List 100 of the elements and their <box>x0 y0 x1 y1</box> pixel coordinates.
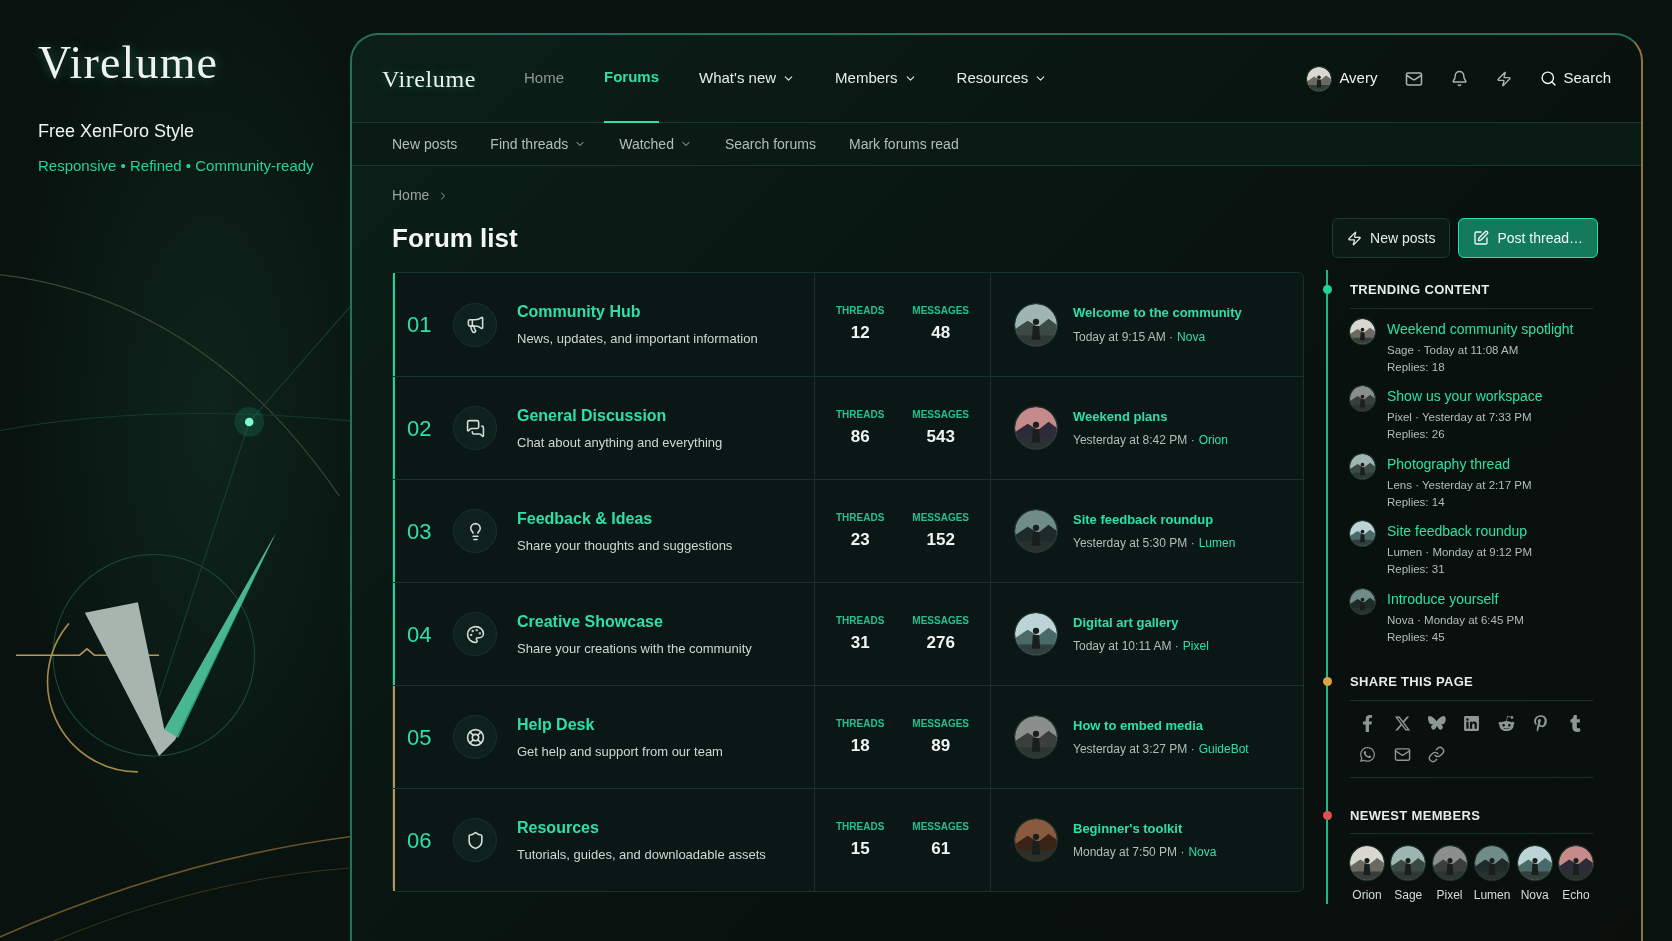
reply-count: Replies: 45 <box>1387 629 1446 645</box>
forum-number: 04 <box>407 620 433 649</box>
x-icon[interactable] <box>1393 714 1411 732</box>
mail-icon[interactable] <box>1393 745 1411 763</box>
stat-label: THREADS <box>836 819 885 834</box>
trending-meta: Lens · Yesterday at 2:17 PM <box>1387 477 1532 493</box>
lightning-icon[interactable] <box>1496 70 1513 87</box>
stat-value: 48 <box>931 322 951 345</box>
stat-value: 152 <box>926 528 955 551</box>
linkedin-icon[interactable] <box>1463 714 1480 732</box>
post-time: Yesterday at 5:30 PM · <box>1073 535 1195 553</box>
bell-icon[interactable] <box>1451 70 1469 87</box>
user-menu[interactable]: Avery <box>1307 66 1378 91</box>
subnav-link[interactable]: Watched <box>619 133 692 155</box>
user-link[interactable]: GuideBot <box>1198 740 1249 759</box>
stat-label: MESSAGES <box>912 304 969 319</box>
member-link[interactable]: Sage <box>1391 846 1426 904</box>
stat-value: 18 <box>850 734 870 757</box>
nav-tab[interactable]: Resources <box>956 35 1048 123</box>
post-time: Yesterday at 8:42 PM · <box>1073 432 1195 450</box>
pinterest-icon[interactable] <box>1532 714 1550 732</box>
logo[interactable]: Virelume <box>382 66 476 91</box>
forum-icon <box>465 418 485 438</box>
stat-label: THREADS <box>836 510 885 525</box>
subnav-link[interactable]: Find threads <box>490 133 587 155</box>
stat-label: THREADS <box>836 613 885 628</box>
subnav-link[interactable]: New posts <box>392 133 458 155</box>
trending-meta: Lumen · Monday at 9:12 PM <box>1387 545 1533 560</box>
latest-thread-link[interactable]: Site feedback roundup <box>1073 509 1236 530</box>
nav-tab[interactable]: What's new <box>699 35 796 123</box>
forum-icon <box>465 315 485 334</box>
subnav-link[interactable]: Search forums <box>724 133 816 155</box>
mail-icon[interactable] <box>1405 69 1424 88</box>
stat-value: 89 <box>931 734 951 757</box>
subtitle: Free XenForo Style <box>38 120 196 143</box>
stat-value: 15 <box>850 837 870 860</box>
post-time: Today at 9:15 AM · <box>1073 328 1174 346</box>
post-thread-button[interactable]: Post thread… <box>1458 218 1598 258</box>
forum-title[interactable]: General Discussion <box>517 403 723 428</box>
logo[interactable]: Virelume <box>38 40 350 86</box>
user-link[interactable]: Orion <box>1198 431 1228 450</box>
stat-label: MESSAGES <box>912 613 969 628</box>
tagline: Responsive • Refined • Community-ready <box>38 156 315 176</box>
section-title: NEWEST MEMBERS <box>1350 806 1481 825</box>
forum-title[interactable]: Creative Showcase <box>517 609 752 634</box>
forum-title[interactable]: Help Desk <box>517 712 723 737</box>
lightning-icon <box>1347 230 1363 246</box>
stat-label: THREADS <box>836 716 885 731</box>
trending-meta: Sage · Today at 11:08 AM <box>1387 342 1520 358</box>
forum-title[interactable]: Feedback & Ideas <box>517 506 733 531</box>
forum-number: 01 <box>407 311 433 339</box>
stat-value: 31 <box>850 631 870 654</box>
user-link[interactable]: Pixel <box>1182 637 1209 656</box>
subnav-link[interactable]: Mark forums read <box>848 133 959 155</box>
new-posts-button[interactable]: New posts <box>1332 218 1451 258</box>
stat-value: 543 <box>926 425 955 448</box>
forum-description: Get help and support from our team <box>517 742 723 761</box>
trending-thread-link[interactable]: Show us your workspace <box>1387 386 1543 407</box>
latest-thread-link[interactable]: Digital art gallery <box>1073 612 1209 633</box>
reply-count: Replies: 14 <box>1387 494 1446 510</box>
nav-tab[interactable]: Home <box>524 35 564 123</box>
trending-meta: Nova · Monday at 6:45 PM <box>1387 612 1524 628</box>
member-link[interactable]: Nova <box>1517 846 1552 904</box>
latest-thread-link[interactable]: How to embed media <box>1073 715 1249 736</box>
forum-number: 06 <box>407 826 433 855</box>
trending-thread-link[interactable]: Photography thread <box>1387 453 1532 475</box>
member-link[interactable]: Lumen <box>1473 846 1511 904</box>
trending-thread-link[interactable]: Introduce yourself <box>1387 588 1524 610</box>
forum-number: 03 <box>407 517 433 546</box>
latest-thread-link[interactable]: Weekend plans <box>1073 406 1228 427</box>
stat-label: MESSAGES <box>912 819 969 834</box>
stat-label: THREADS <box>836 407 885 422</box>
reply-count: Replies: 18 <box>1387 359 1446 375</box>
user-link[interactable]: Nova <box>1188 843 1217 862</box>
stat-value: 23 <box>850 528 870 551</box>
reddit-icon[interactable] <box>1497 714 1515 732</box>
post-time: Monday at 7:50 PM · <box>1073 844 1185 862</box>
forum-title[interactable]: Resources <box>517 815 766 840</box>
butterfly-icon[interactable] <box>1427 714 1446 732</box>
latest-thread-link[interactable]: Welcome to the community <box>1073 303 1242 323</box>
member-link[interactable]: Pixel <box>1432 846 1467 904</box>
link-icon[interactable] <box>1428 745 1446 763</box>
section-title: SHARE THIS PAGE <box>1350 673 1474 691</box>
stat-value: 12 <box>850 322 870 345</box>
user-link[interactable]: Lumen <box>1198 534 1236 553</box>
forum-description: News, updates, and important information <box>517 330 758 349</box>
whatsapp-icon[interactable] <box>1358 745 1376 763</box>
latest-thread-link[interactable]: Beginner's toolkit <box>1073 818 1217 839</box>
stat-label: MESSAGES <box>912 510 969 525</box>
trending-thread-link[interactable]: Site feedback roundup <box>1387 521 1533 542</box>
user-link[interactable]: Nova <box>1177 327 1206 346</box>
search-link[interactable]: Search <box>1540 67 1611 90</box>
forum-description: Share your creations with the community <box>517 639 752 658</box>
member-link[interactable]: Echo <box>1558 846 1593 904</box>
forum-number: 05 <box>407 723 433 752</box>
trending-thread-link[interactable]: Weekend community spotlight <box>1387 318 1574 340</box>
forum-title[interactable]: Community Hub <box>517 300 758 325</box>
breadcrumb-link[interactable]: Home <box>392 185 430 206</box>
member-link[interactable]: Orion <box>1350 846 1384 904</box>
nav-tab[interactable]: Members <box>835 35 917 123</box>
